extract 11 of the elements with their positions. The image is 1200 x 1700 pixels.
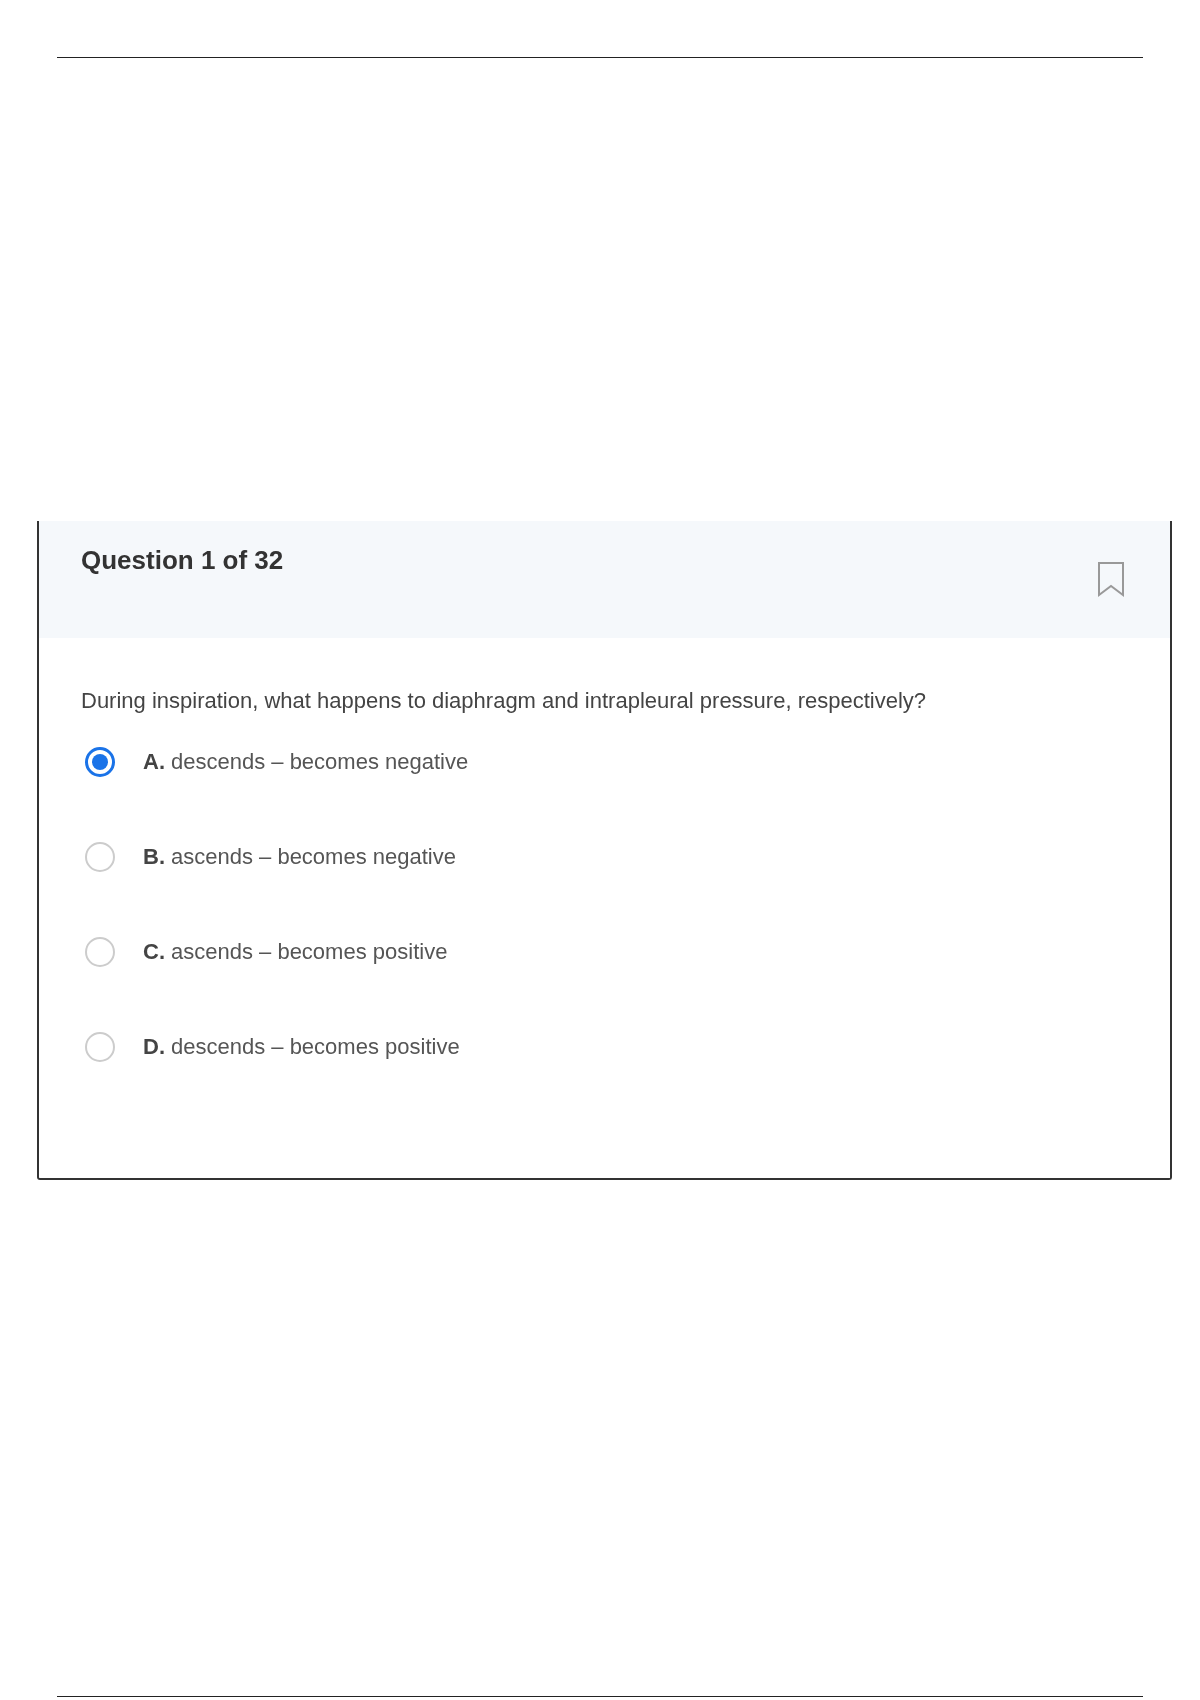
question-title: Question 1 of 32 (81, 545, 284, 577)
radio-button[interactable] (85, 841, 115, 872)
radio-button[interactable] (85, 1031, 115, 1062)
question-text: During inspiration, what happens to diaphragm and intrapleural pressure, respectively? (81, 688, 928, 714)
answer-option[interactable]: C. ascends – becomes positive (143, 938, 448, 965)
answer-option[interactable]: A. descends – becomes negative (143, 748, 469, 775)
answer-option[interactable]: D. descends – becomes positive (143, 1033, 460, 1060)
bookmark-icon[interactable] (1096, 561, 1126, 597)
radio-button[interactable] (85, 746, 115, 777)
answer-option[interactable]: B. ascends – becomes negative (143, 843, 456, 870)
radio-button[interactable] (85, 936, 115, 967)
